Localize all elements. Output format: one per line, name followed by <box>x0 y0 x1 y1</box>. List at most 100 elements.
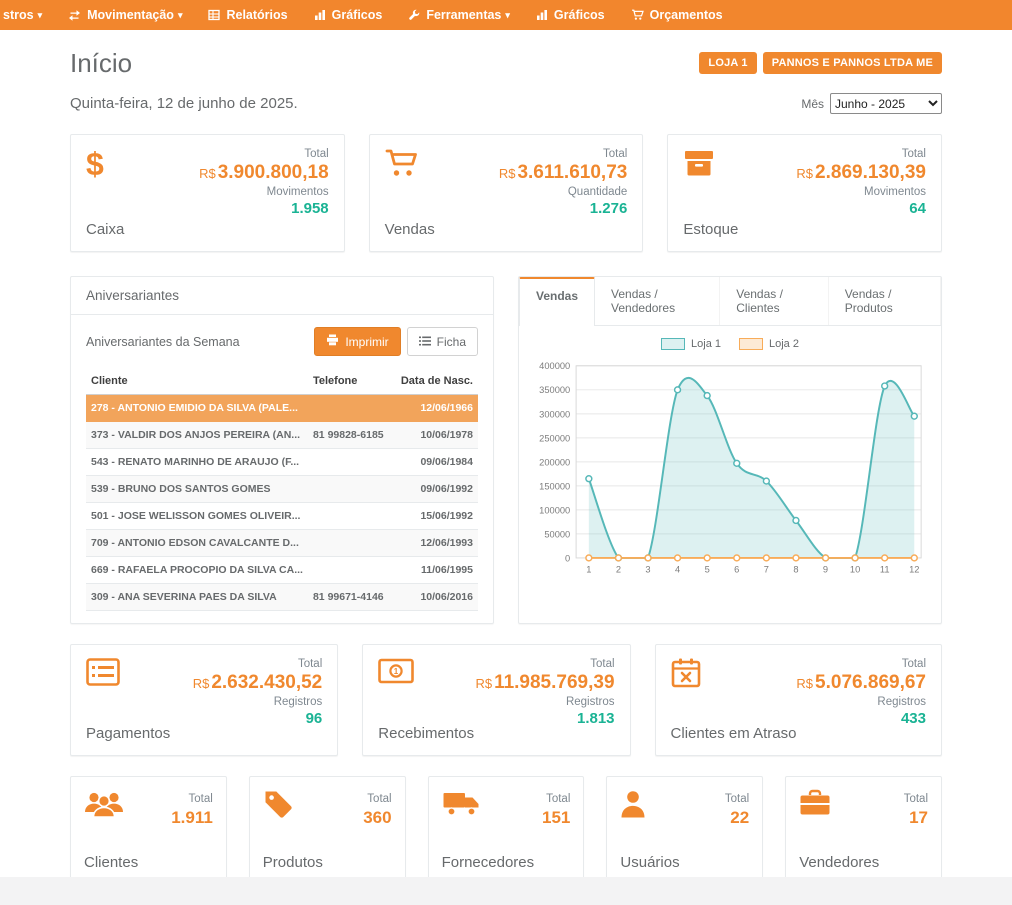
birth-cell: 10/06/2016 <box>394 584 478 611</box>
count-value: 433 <box>796 710 926 727</box>
count-value: 64 <box>796 200 926 217</box>
count-value: 1.958 <box>199 200 329 217</box>
birthday-row[interactable]: 669 - RAFAELA PROCOPIO DA SILVA CA...11/… <box>86 557 478 584</box>
count-label: Registros <box>796 696 926 708</box>
truck-icon <box>442 789 480 817</box>
svg-text:12: 12 <box>909 565 919 575</box>
month-select[interactable]: Junho - 2025 <box>830 93 942 114</box>
tab-vendas-vendedores[interactable]: Vendas / Vendedores <box>595 277 720 325</box>
svg-text:8: 8 <box>793 565 798 575</box>
card-clientes: Total 1.911 Clientes <box>70 776 227 884</box>
total-label: Total <box>796 658 926 670</box>
page-header: Início LOJA 1 PANNOS E PANNOS LTDA ME <box>64 46 948 79</box>
amount: 11.985.769,39 <box>494 672 614 693</box>
card-label: Produtos <box>263 854 392 871</box>
total-label: Total <box>193 658 323 670</box>
svg-text:10: 10 <box>850 565 860 575</box>
amount: 3.900.800,18 <box>218 162 329 183</box>
legend-label: Loja 1 <box>691 338 721 350</box>
legend-item-loja1: Loja 1 <box>661 338 721 350</box>
birth-cell: 15/06/1992 <box>394 503 478 530</box>
card-usuarios: Total 22 Usuários <box>606 776 763 884</box>
total-label: Total <box>499 148 628 160</box>
card-fornecedores: Total 151 Fornecedores <box>428 776 585 884</box>
nav-item-movimentacao[interactable]: Movimentação ▾ <box>55 0 195 30</box>
nav-item-graficos-1[interactable]: Gráficos <box>301 0 396 30</box>
birth-cell: 12/06/1966 <box>394 395 478 422</box>
svg-text:6: 6 <box>734 565 739 575</box>
nav-item-orcamentos[interactable]: Orçamentos <box>618 0 736 30</box>
svg-text:200000: 200000 <box>539 457 570 467</box>
finance-cards-row: Pagamentos Total R$2.632.430,52 Registro… <box>64 644 948 756</box>
svg-text:5: 5 <box>705 565 710 575</box>
currency: R$ <box>193 676 210 691</box>
chart-area: Loja 1 Loja 2 05000010000015000020000025… <box>519 326 941 597</box>
count-label: Movimentos <box>199 186 329 198</box>
birthday-row[interactable]: 309 - ANA SEVERINA PAES DA SILVA81 99671… <box>86 584 478 611</box>
birthday-row[interactable]: 373 - VALDIR DOS ANJOS PEREIRA (AN...81 … <box>86 422 478 449</box>
card-clientes-em-atraso: Clientes em Atraso Total R$5.076.869,67 … <box>655 644 942 756</box>
birthday-row[interactable]: 709 - ANTONIO EDSON CAVALCANTE D...12/06… <box>86 530 478 557</box>
sales-chart-panel: Vendas Vendas / Vendedores Vendas / Clie… <box>518 276 942 624</box>
birth-cell: 10/06/1978 <box>394 422 478 449</box>
cart-icon <box>631 9 644 21</box>
client-cell: 278 - ANTONIO EMIDIO DA SILVA (PALE... <box>86 395 308 422</box>
cart-icon <box>385 148 435 178</box>
svg-text:350000: 350000 <box>539 385 570 395</box>
tab-vendas[interactable]: Vendas <box>519 277 595 326</box>
card-label: Vendedores <box>799 854 928 871</box>
tab-vendas-produtos[interactable]: Vendas / Produtos <box>829 277 941 325</box>
nav-label: Orçamentos <box>650 8 723 22</box>
card-produtos: Total 360 Produtos <box>249 776 406 884</box>
company-badge[interactable]: PANNOS E PANNOS LTDA ME <box>763 52 942 74</box>
total-label: Total <box>546 793 570 805</box>
caret-down-icon: ▾ <box>178 10 183 21</box>
card-label: Usuários <box>620 854 749 871</box>
date-row: Quinta-feira, 12 de junho de 2025. Mês J… <box>64 79 948 114</box>
list-alt-icon <box>86 658 170 686</box>
amount: 3.611.610,73 <box>517 162 627 183</box>
summary-cards-row: $ Caixa Total R$3.900.800,18 Movimentos … <box>64 134 948 252</box>
ficha-button[interactable]: Ficha <box>407 327 478 356</box>
total-label: Total <box>475 658 614 670</box>
count-label: Movimentos <box>796 186 926 198</box>
count-label: Registros <box>475 696 614 708</box>
main-content: Início LOJA 1 PANNOS E PANNOS LTDA ME Qu… <box>0 30 1012 884</box>
nav-item-graficos-2[interactable]: Gráficos <box>523 0 618 30</box>
nav-item-cadastros[interactable]: stros ▾ <box>0 0 55 30</box>
col-data-nasc: Data de Nasc. <box>394 368 478 395</box>
bar-chart-icon <box>536 9 548 21</box>
birthdays-panel: Aniversariantes Aniversariantes da Seman… <box>70 276 494 624</box>
birthday-row[interactable]: 543 - RENATO MARINHO DE ARAUJO (F...09/0… <box>86 449 478 476</box>
nav-item-ferramentas[interactable]: Ferramentas ▾ <box>395 0 523 30</box>
total-label: Total <box>367 793 391 805</box>
count-value: 96 <box>193 710 323 727</box>
birthday-row[interactable]: 501 - JOSE WELISSON GOMES OLIVEIR... 15/0… <box>86 503 478 530</box>
nav-item-relatorios[interactable]: Relatórios <box>195 0 300 30</box>
count-value: 17 <box>904 808 928 828</box>
birthday-row[interactable]: 539 - BRUNO DOS SANTOS GOMES09/06/1992 <box>86 476 478 503</box>
current-date: Quinta-feira, 12 de junho de 2025. <box>70 95 298 112</box>
phone-cell <box>308 557 394 584</box>
phone-cell <box>308 395 394 422</box>
total-label: Total <box>189 793 213 805</box>
client-cell: 501 - JOSE WELISSON GOMES OLIVEIR... <box>86 503 308 530</box>
total-value: R$3.900.800,18 <box>199 162 329 184</box>
count-value: 22 <box>725 808 749 828</box>
print-button[interactable]: Imprimir <box>314 327 400 356</box>
card-caixa: $ Caixa Total R$3.900.800,18 Movimentos … <box>70 134 345 252</box>
svg-text:4: 4 <box>675 565 680 575</box>
svg-text:50000: 50000 <box>544 529 570 539</box>
total-label: Total <box>199 148 329 160</box>
count-value: 1.813 <box>475 710 614 727</box>
count-label: Quantidade <box>499 186 628 198</box>
total-label: Total <box>796 148 926 160</box>
card-vendedores: Total 17 Vendedores <box>785 776 942 884</box>
tab-vendas-clientes[interactable]: Vendas / Clientes <box>720 277 828 325</box>
svg-text:3: 3 <box>645 565 650 575</box>
count-value: 151 <box>542 808 570 828</box>
client-cell: 543 - RENATO MARINHO DE ARAUJO (F... <box>86 449 308 476</box>
birthday-row[interactable]: 278 - ANTONIO EMIDIO DA SILVA (PALE... 12… <box>86 395 478 422</box>
svg-text:11: 11 <box>880 565 890 575</box>
store-badge[interactable]: LOJA 1 <box>699 52 756 74</box>
